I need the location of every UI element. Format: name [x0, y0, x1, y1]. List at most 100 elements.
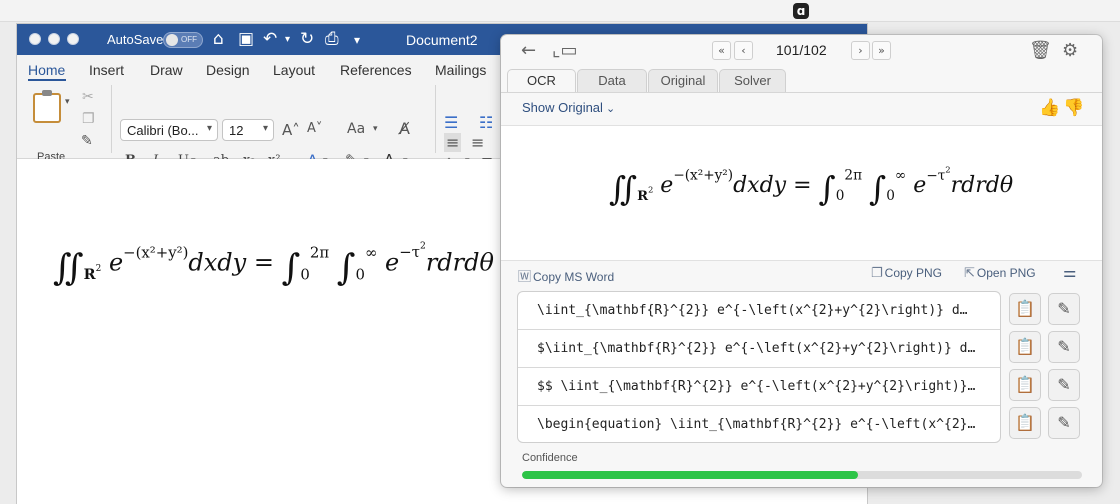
shrink-font-button[interactable]: A˅ — [307, 121, 322, 136]
autosave-knob — [166, 34, 178, 46]
font-size-select[interactable]: 12 ▾ — [222, 119, 274, 141]
tab-insert[interactable]: Insert — [89, 62, 124, 78]
font-name-select[interactable]: Calibri (Bo... ▾ — [120, 119, 218, 141]
chevron-down-icon: ▾ — [206, 123, 212, 134]
copy-ms-word-button[interactable]: 🅆 Copy MS Word — [518, 266, 614, 285]
copy-png-button[interactable]: ❐ Copy PNG — [871, 266, 942, 281]
font-name-value: Calibri (Bo... — [127, 123, 199, 138]
clipboard-icon[interactable] — [33, 90, 61, 123]
copy-icon[interactable]: ❐ — [82, 111, 95, 127]
integral-symbol: ∫ — [281, 247, 301, 289]
minimize-window-button[interactable] — [48, 33, 60, 45]
equals-sign: = — [793, 172, 812, 198]
edit-icon[interactable]: ✎ — [1048, 331, 1080, 363]
chevron-down-icon[interactable]: ▾ — [373, 124, 378, 134]
rdrdtheta-text: rdrdθ — [950, 172, 1014, 198]
last-page-button[interactable]: » — [872, 41, 891, 60]
tab-solver[interactable]: Solver — [719, 69, 786, 93]
gear-icon[interactable]: ⚙ — [1062, 40, 1078, 61]
edit-icon[interactable]: ✎ — [1048, 293, 1080, 325]
back-arrow-icon[interactable]: ← — [521, 40, 536, 61]
rdrdtheta-text: rdrdθ — [425, 248, 494, 277]
thumbs-down-icon[interactable]: 👎 — [1063, 98, 1084, 118]
latex-result-row[interactable]: \begin{equation} \iint_{\mathbf{R}^{2}} … — [518, 406, 1000, 442]
copy-clipboard-button[interactable]: 📋 — [1009, 369, 1041, 401]
open-external-icon: ⇱ — [964, 266, 975, 281]
cut-icon[interactable]: ✂ — [82, 89, 94, 105]
document-title: Document2 — [406, 32, 478, 48]
tabs-divider — [501, 92, 1102, 93]
latex-result-row[interactable]: $$ \iint_{\mathbf{R}^{2}} e^{-\left(x^{2… — [518, 368, 1000, 406]
domain-symbol: R — [83, 266, 96, 284]
align-center-icon[interactable]: ≡ — [471, 133, 484, 152]
tau-exponent: −τ — [399, 243, 420, 262]
lower-limit-1: 0 — [835, 188, 845, 205]
autosave-toggle[interactable]: OFF — [163, 32, 203, 48]
latex-result-row[interactable]: \iint_{\mathbf{R}^{2}} e^{-\left(x^{2}+y… — [518, 292, 1000, 330]
copy-clipboard-button[interactable]: 📋 — [1009, 293, 1041, 325]
trash-icon[interactable]: 🗑 — [1029, 40, 1052, 61]
bullets-icon[interactable]: ☰ — [444, 113, 458, 132]
upper-limit-2: ∞ — [364, 243, 378, 262]
redo-icon[interactable]: ↻ — [300, 29, 314, 49]
tab-mailings[interactable]: Mailings — [435, 62, 486, 78]
thumbs-up-icon[interactable]: 👍 — [1039, 98, 1060, 118]
zoom-window-button[interactable] — [67, 33, 79, 45]
domain-exponent: 2 — [95, 264, 102, 275]
word-doc-icon: 🅆 — [518, 270, 532, 285]
close-window-button[interactable] — [29, 33, 41, 45]
copy-png-label: Copy PNG — [884, 266, 943, 280]
confidence-label: Confidence — [522, 452, 578, 464]
integral-symbol: ∫ — [869, 169, 887, 209]
previous-page-button[interactable]: ‹ — [734, 41, 753, 60]
equals-sign: = — [253, 248, 274, 277]
home-icon[interactable]: ⌂ — [213, 29, 224, 49]
tab-ocr[interactable]: OCR — [507, 69, 576, 93]
clear-formatting-icon[interactable]: A̸ — [399, 119, 410, 138]
grow-font-button[interactable]: A˄ — [282, 121, 300, 139]
tab-home[interactable]: Home — [28, 62, 65, 78]
tab-original[interactable]: Original — [648, 69, 718, 93]
gaussian-exponent: −(x²+y²) — [123, 243, 189, 262]
panel-tabs: OCR Data Original Solver — [501, 67, 1102, 93]
mathpix-logo-icon[interactable]: ɑ — [793, 3, 809, 19]
sliders-icon[interactable]: ⚌ — [1063, 263, 1076, 281]
tab-draw[interactable]: Draw — [150, 62, 183, 78]
latex-results-list: \iint_{\mathbf{R}^{2}} e^{-\left(x^{2}+y… — [517, 291, 1001, 443]
lower-limit-2: 0 — [355, 265, 365, 284]
equation-preview: ∬R2 e−(x²+y²)dxdy = ∫02π ∫0∞ e−τ2rdrdθ — [501, 125, 1102, 261]
edit-icon[interactable]: ✎ — [1048, 369, 1080, 401]
save-icon[interactable]: ▣ — [238, 29, 254, 49]
tau-exponent: −τ — [926, 167, 946, 184]
e-symbol: e — [913, 172, 927, 198]
align-left-icon[interactable]: ≡ — [444, 133, 462, 152]
show-original-toggle[interactable]: Show Original ⌄ — [522, 100, 615, 115]
autosave-label: AutoSave — [107, 32, 164, 47]
tab-design[interactable]: Design — [206, 62, 250, 78]
copy-clipboard-button[interactable]: 📋 — [1009, 407, 1041, 439]
document-equation[interactable]: ∬R2 e−(x²+y²)dxdy = ∫02π ∫0∞ e−τ2rdrdθ — [53, 241, 494, 289]
edit-icon[interactable]: ✎ — [1048, 407, 1080, 439]
next-page-button[interactable]: › — [851, 41, 870, 60]
tab-layout[interactable]: Layout — [273, 62, 315, 78]
copy-clipboard-button[interactable]: 📋 — [1009, 331, 1041, 363]
paste-dropdown-chevron-icon[interactable]: ▾ — [65, 97, 70, 107]
panel-toolbar: ← ⌞▭ « ‹ 101/102 › » 🗑 ⚙ — [501, 35, 1102, 67]
customize-toolbar-icon[interactable]: ▾ — [354, 33, 360, 47]
undo-dropdown-chevron-icon[interactable]: ▾ — [285, 34, 290, 45]
numbering-icon[interactable]: ☷ — [479, 113, 493, 132]
change-case-button[interactable]: Aa — [347, 121, 365, 137]
format-painter-icon[interactable]: ✎ — [81, 133, 93, 149]
font-size-value: 12 — [229, 123, 244, 138]
lower-limit-2: 0 — [886, 188, 895, 205]
latex-result-row[interactable]: $\iint_{\mathbf{R}^{2}} e^{-\left(x^{2}+… — [518, 330, 1000, 368]
first-page-button[interactable]: « — [712, 41, 731, 60]
screenshot-icon[interactable]: ⌞▭ — [552, 40, 577, 61]
open-png-button[interactable]: ⇱ Open PNG — [964, 266, 1036, 281]
undo-icon[interactable]: ↶ — [263, 29, 277, 49]
print-icon[interactable]: ⎙ — [325, 29, 339, 49]
tab-references[interactable]: References — [340, 62, 412, 78]
tab-data[interactable]: Data — [577, 69, 647, 93]
e-symbol: e — [385, 248, 400, 277]
confidence-bar-fill — [522, 471, 858, 479]
